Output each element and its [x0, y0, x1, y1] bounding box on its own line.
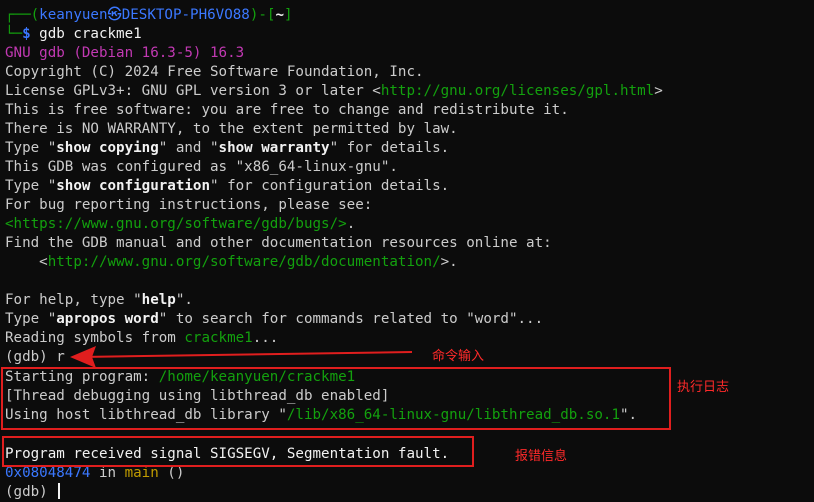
annotation-error-info: 报错信息 — [515, 449, 568, 464]
annotation-command-input: 命令输入 — [432, 349, 485, 364]
annotation-exec-log: 执行日志 — [677, 380, 730, 395]
arrow-icon — [70, 346, 413, 368]
